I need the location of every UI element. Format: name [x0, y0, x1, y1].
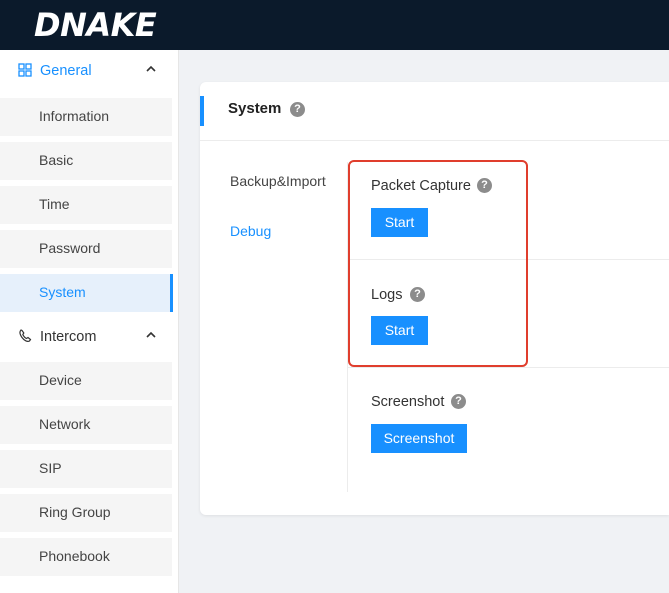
chevron-up-icon[interactable]	[146, 64, 156, 74]
sidebar-item-time[interactable]: Time	[0, 186, 172, 224]
top-bar: DNAKE	[0, 0, 669, 50]
grid-icon	[18, 63, 32, 77]
sidebar-item-network[interactable]: Network	[0, 406, 172, 444]
chevron-up-icon[interactable]	[146, 330, 156, 340]
dnake-logo: DNAKE	[34, 6, 157, 44]
page-title: System	[228, 100, 282, 117]
help-icon[interactable]: ?	[290, 102, 305, 117]
sidebar-item-device[interactable]: Device	[0, 362, 172, 400]
section-divider	[348, 367, 669, 368]
sidebar-item-basic[interactable]: Basic	[0, 142, 172, 180]
tab-backup-import[interactable]: Backup&Import	[230, 173, 326, 189]
header-accent-bar	[200, 96, 204, 126]
phone-icon	[19, 329, 32, 342]
sidebar-item-system[interactable]: System	[0, 274, 173, 312]
screenshot-button[interactable]: Screenshot	[371, 424, 467, 453]
sidebar-item-sip[interactable]: SIP	[0, 450, 172, 488]
highlight-box	[348, 160, 528, 367]
sidebar-group-general[interactable]: General	[0, 50, 172, 94]
sidebar-item-ring-group[interactable]: Ring Group	[0, 494, 172, 532]
sidebar-group-label: Intercom	[40, 329, 97, 345]
sidebar-item-information[interactable]: Information	[0, 98, 172, 136]
tab-debug[interactable]: Debug	[230, 223, 271, 239]
sidebar-group-intercom[interactable]: Intercom	[0, 316, 172, 360]
sidebar-group-label: General	[40, 63, 92, 79]
sidebar-item-phonebook[interactable]: Phonebook	[0, 538, 172, 576]
sidebar-item-password[interactable]: Password	[0, 230, 172, 268]
screenshot-label: Screenshot	[371, 394, 445, 410]
card-header: System ?	[200, 82, 669, 141]
help-icon[interactable]: ?	[451, 394, 466, 409]
sidebar: General Information Basic Time Password …	[0, 50, 179, 593]
